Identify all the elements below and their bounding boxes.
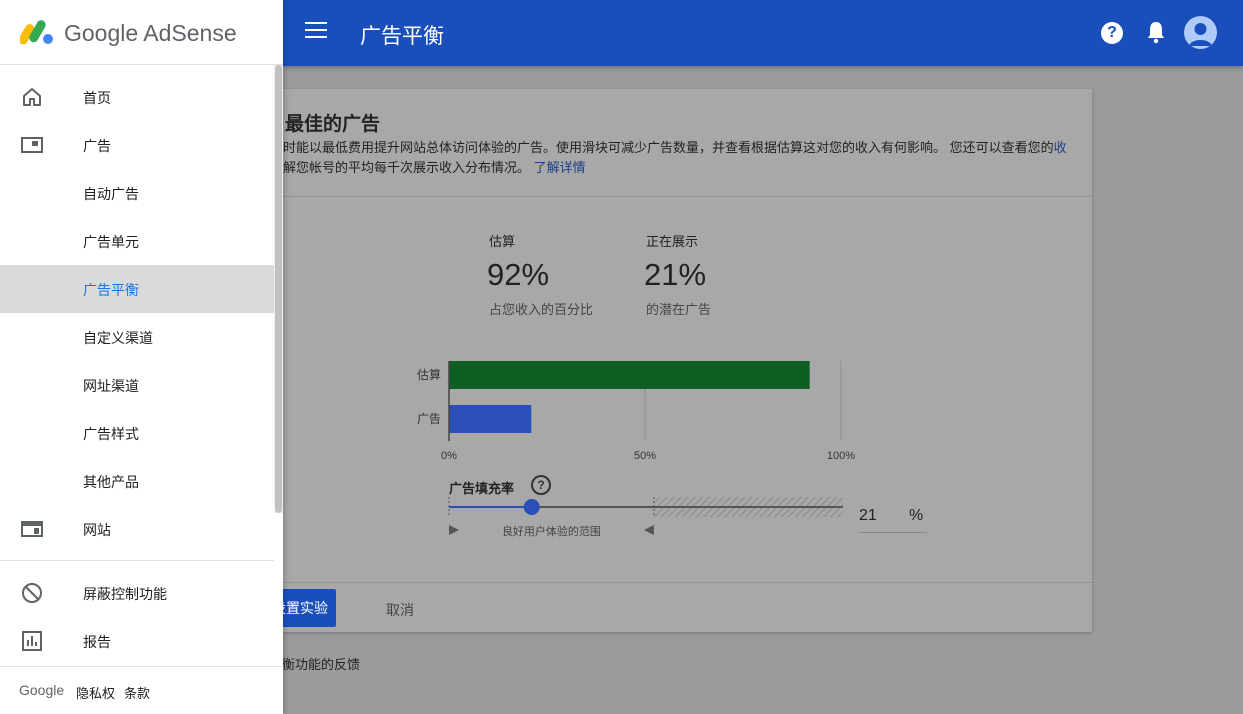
sidebar-item-label: 自定义渠道 xyxy=(83,330,153,346)
sidebar-item-label: 网站 xyxy=(83,522,111,538)
page-title: 广告平衡 xyxy=(360,25,444,48)
showing-value: 21% xyxy=(644,257,707,292)
reports-icon xyxy=(22,631,42,651)
sites-icon xyxy=(21,521,43,537)
estimate-value: 92% xyxy=(487,257,550,292)
bell-icon[interactable] xyxy=(1145,20,1167,44)
sidebar-item-auto-ads[interactable]: 自动广告 xyxy=(0,169,274,217)
terms-link[interactable]: 条款 xyxy=(124,683,150,702)
slider-thumb[interactable] xyxy=(523,499,540,515)
chart-tick-label: 100% xyxy=(827,450,855,462)
sidebar-item-label: 广告单元 xyxy=(83,234,139,250)
showing-label: 正在展示 xyxy=(646,234,699,249)
sidebar-item-label: 网址渠道 xyxy=(83,378,139,394)
adsense-logo-icon xyxy=(20,20,53,45)
sidebar-item-label: 屏蔽控制功能 xyxy=(83,586,167,602)
sidebar-item-label: 其他产品 xyxy=(83,474,139,490)
estimate-label: 估算 xyxy=(489,234,516,249)
chart-tick-label: 0% xyxy=(441,450,457,462)
sidebar-item-label: 首页 xyxy=(83,90,111,106)
learn-more-link[interactable]: 了解详情 xyxy=(534,160,586,175)
chart-bar xyxy=(449,361,810,389)
sidebar-item-label: 自动广告 xyxy=(83,186,139,202)
card-description: 解您帐号的平均每千次展示收入分布情况。 了解详情 xyxy=(283,157,586,176)
sidebar-item-sites[interactable]: 网站 xyxy=(0,505,274,553)
help-circle-icon[interactable]: ? xyxy=(531,475,551,495)
sidebar-item-url-channels[interactable]: 网址渠道 xyxy=(0,361,274,409)
divider xyxy=(0,560,274,561)
estimate-sub: 占您收入的百分比 xyxy=(489,302,594,317)
footer-google-logo: Google xyxy=(19,682,65,698)
sidebar-item-label: 广告样式 xyxy=(83,426,139,442)
privacy-link[interactable]: 隐私权 xyxy=(76,683,115,702)
fill-rate-unit: % xyxy=(909,507,924,524)
home-icon xyxy=(23,88,41,106)
ads-icon xyxy=(21,137,43,153)
scrollbar-thumb[interactable] xyxy=(275,65,282,513)
chart-tick-label: 50% xyxy=(634,450,656,462)
sidebar-item-label: 广告 xyxy=(83,138,111,154)
card-title: 最佳的广告 xyxy=(285,114,381,135)
fill-rate-slider[interactable]: 良好用户体验的范围 xyxy=(443,494,853,544)
sidebar-item-ad-balance[interactable]: 广告平衡 xyxy=(0,265,274,313)
divider xyxy=(0,64,283,65)
sidebar-item-home[interactable]: 首页 xyxy=(0,73,274,121)
chart-bar xyxy=(449,405,532,433)
fill-rate-input[interactable]: 21 % xyxy=(859,503,927,533)
balance-chart: 0% 50% 100% 估算广告 xyxy=(417,361,855,462)
ad-balance-card: 最佳的广告 时能以最低费用提升网站总体访问体验的广告。使用滑块可减少广告数量，并… xyxy=(223,89,1092,632)
menu-icon[interactable] xyxy=(305,22,327,42)
sidebar-item-blocking-controls[interactable]: 屏蔽控制功能 xyxy=(0,569,274,617)
app-header: 广告平衡 ? xyxy=(283,0,1243,66)
sidebar-item-reports[interactable]: 报告 xyxy=(0,617,274,665)
cancel-button[interactable]: 取消 xyxy=(386,600,414,620)
sidebar-item-ad-styles[interactable]: 广告样式 xyxy=(0,409,274,457)
range-end-marker xyxy=(643,525,654,535)
sidebar-item-custom-channels[interactable]: 自定义渠道 xyxy=(0,313,274,361)
sidebar-item-label: 广告平衡 xyxy=(83,282,139,298)
description-link[interactable]: 收 xyxy=(1054,140,1067,155)
good-experience-range-label: 良好用户体验的范围 xyxy=(502,524,601,538)
showing-sub: 的潜在广告 xyxy=(646,302,712,317)
help-icon[interactable]: ? xyxy=(1101,22,1123,44)
sidebar-item-ad-units[interactable]: 广告单元 xyxy=(0,217,274,265)
card-description: 时能以最低费用提升网站总体访问体验的广告。使用滑块可减少广告数量，并查看根据估算… xyxy=(283,137,1067,156)
brand-name: Google AdSense xyxy=(64,20,237,46)
sidebar-item-ads[interactable]: 广告 xyxy=(0,121,274,169)
nav-drawer: Google AdSense 首页 广告 自动广告 广告单元 广告平衡 自定义渠… xyxy=(0,0,283,714)
card-header: 最佳的广告 时能以最低费用提升网站总体访问体验的广告。使用滑块可减少广告数量，并… xyxy=(223,89,1092,197)
sidebar-footer: Google 隐私权 条款 xyxy=(0,666,283,714)
main-content: 最佳的广告 时能以最低费用提升网站总体访问体验的广告。使用滑块可减少广告数量，并… xyxy=(223,66,1243,714)
card-actions: 设置实验 取消 xyxy=(223,582,1092,632)
sidebar-item-other-products[interactable]: 其他产品 xyxy=(0,457,274,505)
range-start-marker xyxy=(449,525,459,535)
fill-rate-value[interactable]: 21 xyxy=(859,507,877,525)
description-text: 解您帐号的平均每千次展示收入分布情况。 xyxy=(283,160,531,175)
sidebar-item-label: 报告 xyxy=(83,634,111,650)
sidebar-scrollbar[interactable] xyxy=(274,65,283,513)
chart-category-label: 广告 xyxy=(417,412,441,426)
block-icon xyxy=(22,583,42,603)
description-text: 时能以最低费用提升网站总体访问体验的广告。使用滑块可减少广告数量，并查看根据估算… xyxy=(283,140,1054,155)
avatar[interactable] xyxy=(1184,16,1217,49)
chart-category-label: 估算 xyxy=(417,367,441,382)
